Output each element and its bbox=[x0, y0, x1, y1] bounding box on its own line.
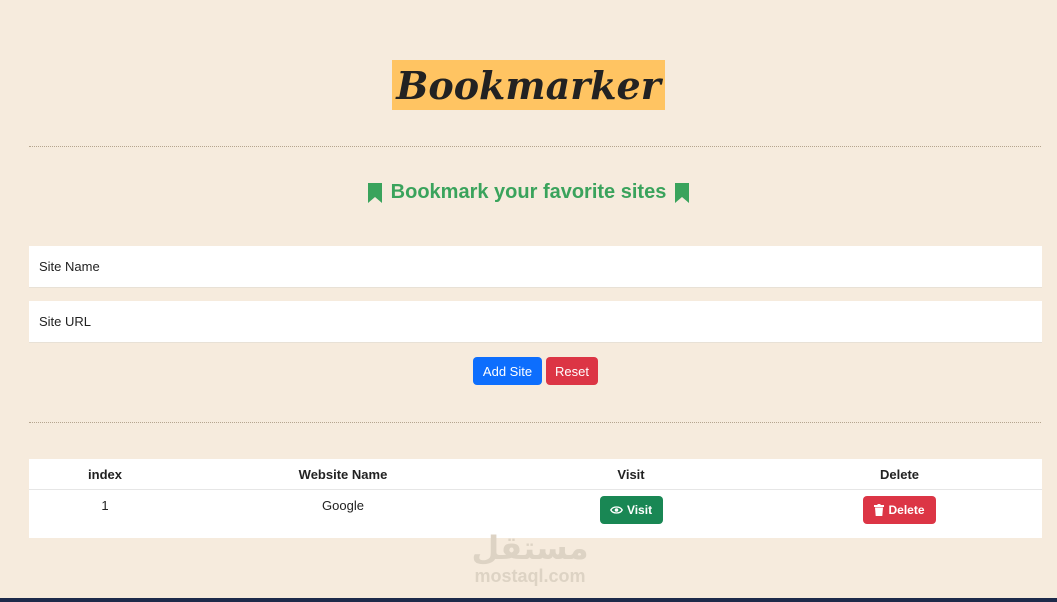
delete-button[interactable]: Delete bbox=[863, 496, 936, 524]
reset-button[interactable]: Reset bbox=[546, 357, 598, 385]
title-wrap: Bookmarker bbox=[0, 60, 1057, 110]
trash-icon bbox=[874, 504, 885, 516]
bookmark-icon bbox=[367, 182, 382, 203]
top-divider bbox=[29, 146, 1041, 147]
header-delete: Delete bbox=[757, 459, 1042, 490]
site-name-input[interactable] bbox=[29, 246, 1042, 288]
bottom-bar bbox=[0, 598, 1057, 602]
watermark-latin: mostaql.com bbox=[474, 566, 586, 586]
bottom-divider bbox=[29, 422, 1041, 423]
header-website-name: Website Name bbox=[181, 459, 505, 490]
visit-button[interactable]: Visit bbox=[599, 496, 663, 524]
subtitle: Bookmark your favorite sites bbox=[367, 181, 691, 204]
watermark-arabic: مستقل bbox=[471, 529, 589, 567]
eye-icon bbox=[609, 506, 623, 514]
subtitle-text: Bookmark your favorite sites bbox=[390, 181, 667, 203]
delete-cell: Delete bbox=[757, 490, 1042, 539]
bookmark-icon bbox=[675, 182, 690, 203]
table-header-row: index Website Name Visit Delete bbox=[29, 459, 1042, 490]
site-url-input[interactable] bbox=[29, 301, 1042, 343]
bookmarks-table: index Website Name Visit Delete 1 Google… bbox=[29, 459, 1042, 538]
page-title: Bookmarker bbox=[392, 60, 665, 110]
delete-label: Delete bbox=[888, 503, 925, 517]
row-index: 1 bbox=[101, 498, 109, 513]
watermark: مستقل mostaql.com bbox=[440, 530, 620, 586]
header-visit: Visit bbox=[505, 459, 757, 490]
subtitle-wrap: Bookmark your favorite sites bbox=[0, 181, 1057, 208]
visit-label: Visit bbox=[626, 503, 653, 517]
add-site-button[interactable]: Add Site bbox=[473, 357, 542, 385]
header-index: index bbox=[29, 459, 181, 490]
